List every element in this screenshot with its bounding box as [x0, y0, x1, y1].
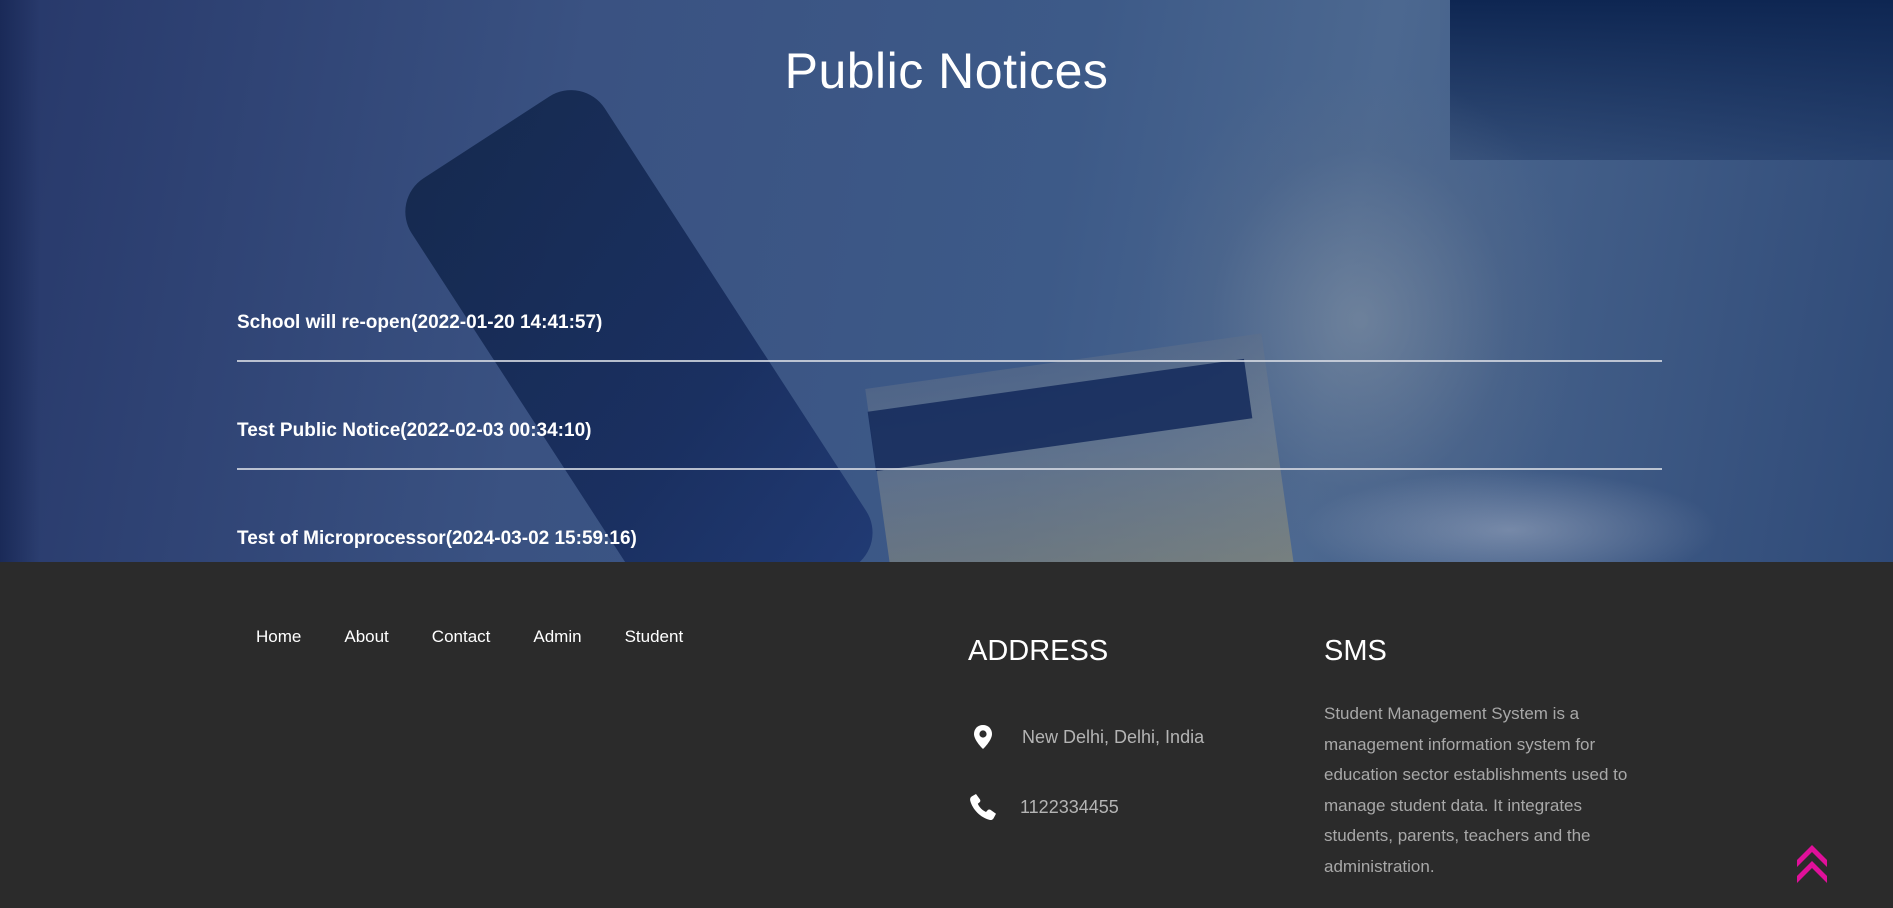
hero-banner: Public Notices School will re-open(2022-… — [0, 0, 1893, 562]
notice-item[interactable]: School will re-open(2022-01-20 14:41:57) — [237, 300, 1662, 408]
address-phone-text: 1122334455 — [1020, 796, 1119, 817]
nav-link-about[interactable]: About — [344, 627, 388, 647]
address-phone-row: 1122334455 — [968, 792, 1119, 822]
phone-icon — [968, 792, 998, 822]
notice-item[interactable]: Test Public Notice(2022-02-03 00:34:10) — [237, 408, 1662, 516]
address-heading: ADDRESS — [968, 635, 1109, 667]
footer-nav: Home About Contact Admin Student — [256, 627, 726, 647]
double-chevron-up-icon — [1797, 845, 1827, 883]
notice-link[interactable]: School will re-open(2022-01-20 14:41:57) — [237, 312, 602, 334]
map-pin-icon — [968, 722, 998, 752]
sms-description: Student Management System is a managemen… — [1324, 704, 1628, 876]
address-location-text: New Delhi, Delhi, India — [1022, 726, 1205, 747]
notice-list: School will re-open(2022-01-20 14:41:57)… — [237, 300, 1662, 562]
notice-link[interactable]: Test of Microprocessor(2024-03-02 15:59:… — [237, 528, 637, 550]
page-title: Public Notices — [784, 43, 1109, 99]
divider — [237, 468, 1662, 470]
nav-link-home[interactable]: Home — [256, 627, 301, 647]
nav-link-contact[interactable]: Contact — [432, 627, 491, 647]
nav-link-admin[interactable]: Admin — [533, 627, 581, 647]
address-location-row: New Delhi, Delhi, India — [968, 722, 1204, 752]
divider — [237, 360, 1662, 362]
scroll-to-top-button[interactable] — [1796, 843, 1828, 885]
notice-link[interactable]: Test Public Notice(2022-02-03 00:34:10) — [237, 420, 591, 442]
nav-link-student[interactable]: Student — [625, 627, 684, 647]
footer: Home About Contact Admin Student ADDRESS… — [0, 562, 1893, 908]
sms-heading: SMS — [1324, 635, 1387, 667]
notice-item[interactable]: Test of Microprocessor(2024-03-02 15:59:… — [237, 516, 1662, 562]
